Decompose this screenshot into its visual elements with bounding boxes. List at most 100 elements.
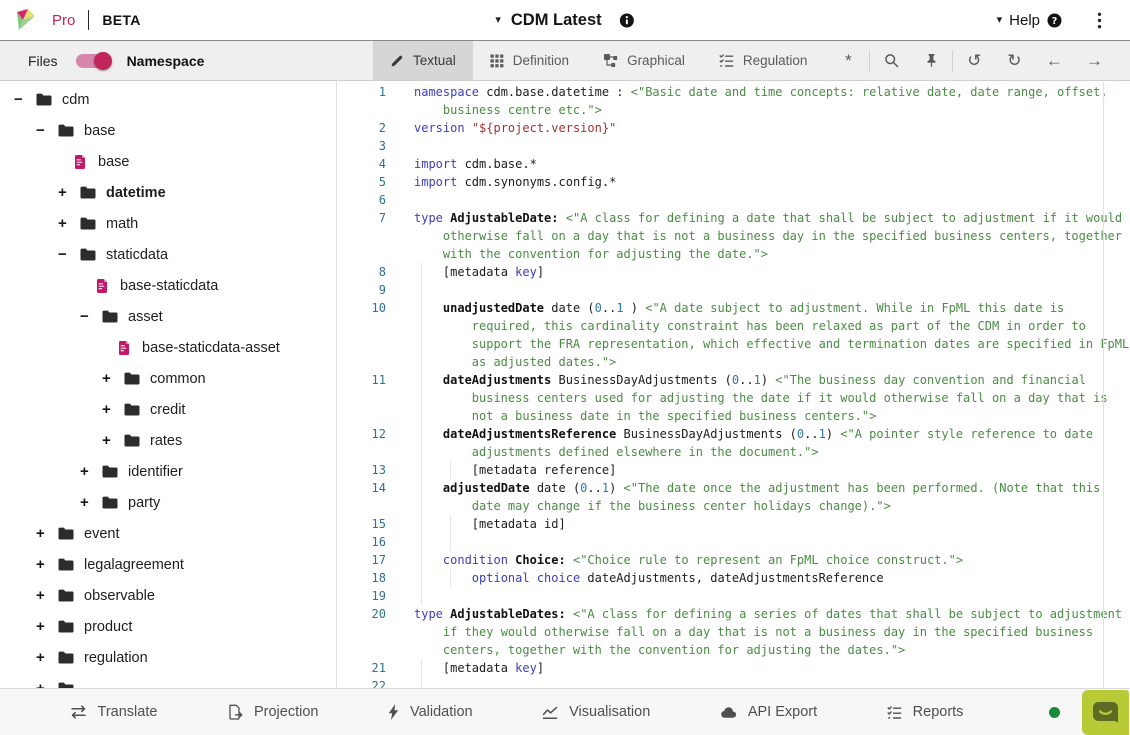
tree-item-credit[interactable]: +credit	[0, 394, 336, 425]
toggle-knob	[94, 52, 112, 70]
tree-item-common[interactable]: +common	[0, 363, 336, 394]
files-namespace-toggle[interactable]	[76, 54, 109, 68]
folder-icon	[124, 403, 140, 416]
tree-item-base[interactable]: −base	[0, 115, 336, 146]
bottombar-item-translate[interactable]: Translate	[70, 704, 158, 720]
code-text	[414, 191, 1130, 209]
expand-plus-icon[interactable]: +	[36, 680, 58, 688]
line-number: 12	[338, 425, 400, 461]
pro-badge: Pro	[52, 12, 75, 29]
tree-item-cdm[interactable]: −cdm	[0, 84, 336, 115]
chat-widget-button[interactable]	[1082, 690, 1129, 735]
code-text: [metadata key]	[414, 263, 1130, 281]
tree-item-party[interactable]: +party	[0, 487, 336, 518]
expand-plus-icon[interactable]: +	[58, 184, 80, 201]
tree-item-base-staticdata[interactable]: base-staticdata	[0, 270, 336, 301]
expand-plus-icon[interactable]: +	[80, 463, 102, 480]
code-text	[414, 533, 1130, 551]
tree-item-event[interactable]: +event	[0, 518, 336, 549]
collapse-minus-icon[interactable]: −	[36, 122, 58, 139]
tree-item-product[interactable]: +product	[0, 611, 336, 642]
code-line: 1namespace cdm.base.datetime : <"Basic d…	[338, 83, 1130, 119]
folder-icon	[124, 372, 140, 385]
tree-item-base[interactable]: base	[0, 146, 336, 177]
tree-item-staticdata[interactable]: −staticdata	[0, 239, 336, 270]
bottombar-item-projection[interactable]: Projection	[227, 704, 318, 720]
code-text	[414, 281, 1130, 299]
tab-textual[interactable]: Textual	[373, 41, 473, 80]
asterisk-button[interactable]: *	[828, 41, 868, 80]
tree-item-legalagreement[interactable]: +legalagreement	[0, 549, 336, 580]
caret-down-icon: ▾	[997, 15, 1003, 26]
tree-item-partial[interactable]: +	[0, 673, 336, 688]
indent-guide	[421, 659, 422, 677]
bottombar-item-visualisation[interactable]: Visualisation	[542, 704, 650, 720]
line-number: 14	[338, 479, 400, 515]
bottombar-item-validation[interactable]: Validation	[388, 704, 473, 720]
redo-button[interactable]: ↻	[994, 41, 1034, 80]
tab-regulation[interactable]: Regulation	[702, 41, 825, 80]
tree-item-observable[interactable]: +observable	[0, 580, 336, 611]
projection-icon	[227, 704, 243, 720]
tree-item-regulation[interactable]: +regulation	[0, 642, 336, 673]
kebab-menu-button[interactable]	[1097, 12, 1102, 29]
tree-item-datetime[interactable]: +datetime	[0, 177, 336, 208]
indent-guide	[450, 461, 451, 479]
visualisation-icon	[542, 705, 558, 720]
code-text: type AdjustableDates: <"A class for defi…	[414, 605, 1130, 659]
expand-plus-icon[interactable]: +	[36, 649, 58, 666]
expand-plus-icon[interactable]: +	[36, 556, 58, 573]
bottombar-item-reports[interactable]: Reports	[887, 704, 964, 720]
namespace-tree[interactable]: −cdm−basebase+datetime+math−staticdataba…	[0, 81, 337, 688]
line-number: 19	[338, 587, 400, 605]
search-button[interactable]	[871, 41, 911, 80]
expand-plus-icon[interactable]: +	[36, 618, 58, 635]
collapse-minus-icon[interactable]: −	[80, 308, 102, 325]
pin-button[interactable]	[911, 41, 951, 80]
expand-plus-icon[interactable]: +	[58, 215, 80, 232]
tab-label: Textual	[413, 53, 456, 68]
files-label: Files	[28, 53, 58, 69]
code-line: 4import cdm.base.*	[338, 155, 1130, 173]
collapse-minus-icon[interactable]: −	[14, 91, 36, 108]
model-selector[interactable]: ▾ CDM Latest	[495, 11, 634, 30]
nav-forward-button[interactable]: →	[1074, 41, 1114, 80]
grid-icon	[490, 54, 504, 68]
help-icon[interactable]: ?	[1047, 13, 1062, 28]
line-number: 8	[338, 263, 400, 281]
info-icon[interactable]	[620, 13, 635, 28]
tab-definition[interactable]: Definition	[473, 41, 586, 80]
expand-plus-icon[interactable]: +	[102, 370, 124, 387]
expand-plus-icon[interactable]: +	[80, 494, 102, 511]
nav-forward-icon: →	[1086, 51, 1103, 71]
bottombar-item-api-export[interactable]: API Export	[720, 704, 817, 720]
expand-plus-icon[interactable]: +	[102, 432, 124, 449]
expand-plus-icon[interactable]: +	[102, 401, 124, 418]
indent-guide	[421, 515, 422, 533]
tree-item-identifier[interactable]: +identifier	[0, 456, 336, 487]
reports-icon	[887, 705, 902, 720]
line-number: 17	[338, 551, 400, 569]
tree-item-base-staticdata-asset[interactable]: base-staticdata-asset	[0, 332, 336, 363]
line-number: 4	[338, 155, 400, 173]
view-tabs: Textual Definition Graphical Regulation	[373, 41, 824, 80]
zoom-in-button[interactable]: +	[1114, 41, 1130, 80]
chat-bubble-icon	[1092, 701, 1119, 725]
line-number: 10	[338, 299, 400, 371]
undo-button[interactable]: ↺	[954, 41, 994, 80]
nav-back-button[interactable]: ←	[1034, 41, 1074, 80]
help-menu[interactable]: Help	[1009, 12, 1040, 29]
tab-label: Graphical	[627, 53, 685, 68]
tree-item-math[interactable]: +math	[0, 208, 336, 239]
expand-plus-icon[interactable]: +	[36, 587, 58, 604]
tab-graphical[interactable]: Graphical	[586, 41, 702, 80]
svg-text:?: ?	[1052, 15, 1058, 26]
line-number: 3	[338, 137, 400, 155]
code-editor[interactable]: 1namespace cdm.base.datetime : <"Basic d…	[338, 81, 1130, 688]
tree-item-rates[interactable]: +rates	[0, 425, 336, 456]
collapse-minus-icon[interactable]: −	[58, 246, 80, 263]
expand-plus-icon[interactable]: +	[36, 525, 58, 542]
tree-item-asset[interactable]: −asset	[0, 301, 336, 332]
line-number: 5	[338, 173, 400, 191]
folder-icon	[58, 620, 74, 633]
